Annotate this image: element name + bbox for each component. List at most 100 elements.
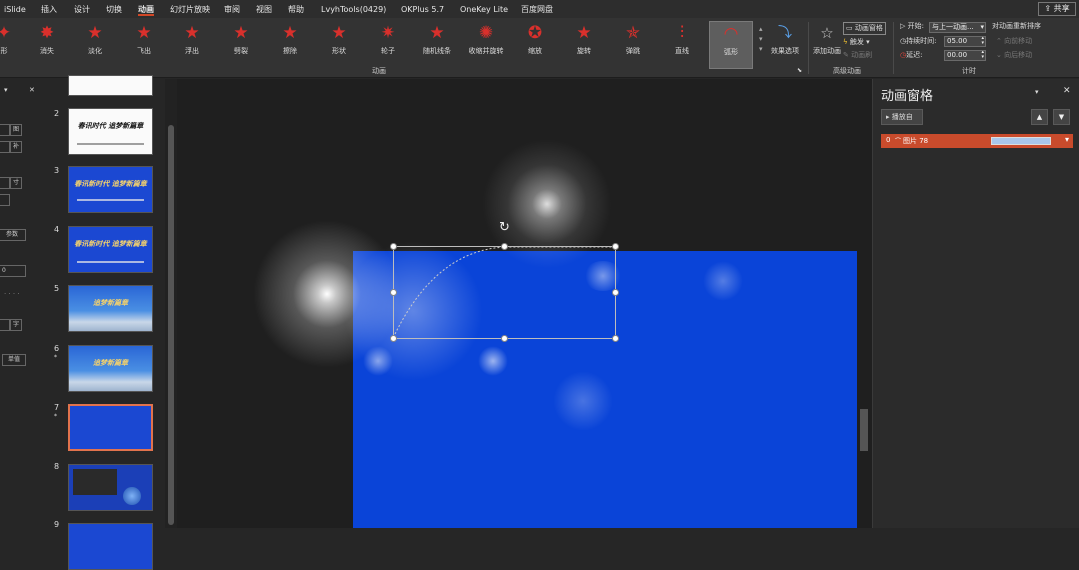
effect-shape[interactable]: ★ 形状	[317, 21, 361, 69]
group-advanced-label: 高级动画	[833, 67, 861, 75]
tab-animations[interactable]: 动画	[138, 3, 154, 16]
duration-input[interactable]: 05.00 ▴ ▾	[944, 36, 986, 47]
move-earlier-button[interactable]: ⌃ 向前移动	[996, 36, 1032, 47]
tab-transitions[interactable]: 切换	[106, 3, 122, 16]
selection-box[interactable]	[390, 243, 619, 342]
lock-box[interactable]	[0, 177, 10, 189]
effect-partial[interactable]: ✦ 形	[0, 21, 26, 69]
slide-thumb-7[interactable]	[68, 404, 153, 451]
effect-wheel[interactable]: ✷ 轮子	[366, 21, 410, 69]
animation-list-item[interactable]: 0 ⌒ 图片 78 ▾	[881, 134, 1073, 148]
move-up-button[interactable]: ▲	[1031, 109, 1048, 125]
lock-box[interactable]	[0, 319, 10, 331]
slide-thumb-3[interactable]: 春讯新时代 追梦新篇章	[68, 166, 153, 213]
slide-thumb-1[interactable]	[68, 75, 153, 96]
effect-fade[interactable]: ★ 淡化	[73, 21, 117, 69]
start-select[interactable]: 与上一动画... ▾	[929, 22, 986, 33]
resize-handle[interactable]	[612, 243, 619, 250]
effect-spin[interactable]: ★ 旋转	[562, 21, 606, 69]
effect-shrink-turn[interactable]: ✺ 收缩并旋转	[464, 21, 508, 69]
tab-okplus[interactable]: OKPlus 5.7	[401, 3, 444, 16]
close-icon[interactable]: ✕	[29, 85, 35, 96]
effect-options-button[interactable]: ⤵ 效果选项	[766, 21, 804, 69]
option-box[interactable]: 字	[10, 319, 22, 331]
effect-zoom[interactable]: ✪ 缩放	[513, 21, 557, 69]
share-label: 共享	[1053, 4, 1070, 13]
resize-handle[interactable]	[390, 243, 397, 250]
star-icon: ★	[282, 23, 298, 43]
slide-thumb-8[interactable]	[68, 464, 153, 511]
ribbon-tab-bar: iSlide 插入 设计 切换 动画 幻灯片放映 审阅 视图 帮助 LvyhTo…	[0, 0, 1079, 18]
delay-input[interactable]: 00.00 ▴ ▾	[944, 50, 986, 61]
option-box[interactable]: 补	[10, 141, 22, 153]
effect-fly-in[interactable]: ★ 飞出	[122, 21, 166, 69]
value-input[interactable]: 0	[0, 265, 26, 277]
tab-baidu[interactable]: 百度网盘	[521, 3, 553, 16]
star-icon: ★	[184, 23, 200, 43]
effect-float-in[interactable]: ★ 浮出	[170, 21, 214, 69]
option-box[interactable]: 参数	[0, 229, 26, 241]
effect-disappear[interactable]: ✸ 消失	[25, 21, 69, 69]
resize-handle[interactable]	[612, 335, 619, 342]
slide-thumb-4[interactable]: 春讯新时代 追梦新篇章	[68, 226, 153, 273]
scrollbar-thumb[interactable]	[168, 125, 174, 525]
slide-thumb-6[interactable]: 追梦新篇章	[68, 345, 153, 392]
tab-islide[interactable]: iSlide	[4, 3, 26, 16]
animation-pane-button[interactable]: ▭ 动画窗格	[843, 22, 886, 35]
timing-bar[interactable]	[991, 137, 1051, 145]
lock-box[interactable]	[0, 194, 10, 206]
effect-lines[interactable]: ⫶ 直线	[660, 21, 704, 69]
slide-thumb-5[interactable]: 追梦新篇章	[68, 285, 153, 332]
tab-onekey[interactable]: OneKey Lite	[460, 3, 508, 16]
slide-title: 追梦新篇章	[93, 299, 128, 307]
resize-handle[interactable]	[612, 289, 619, 296]
lock-box[interactable]	[0, 124, 10, 136]
option-box[interactable]: 图	[10, 124, 22, 136]
spinner-icon[interactable]: ▴ ▾	[981, 51, 984, 60]
add-animation-button[interactable]: ☆ 添加动画	[809, 21, 845, 69]
effect-options-label: 效果选项	[771, 47, 799, 55]
tab-review[interactable]: 审阅	[224, 3, 240, 16]
effect-bounce[interactable]: ✯ 弹跳	[611, 21, 655, 69]
tab-help[interactable]: 帮助	[288, 3, 304, 16]
tab-insert[interactable]: 插入	[41, 3, 57, 16]
share-button[interactable]: ⇪ 共享	[1038, 2, 1076, 16]
close-icon[interactable]: ✕	[1063, 86, 1071, 97]
pane-dropdown-icon[interactable]: ▾	[4, 85, 8, 96]
resize-handle[interactable]	[390, 335, 397, 342]
chevron-down-icon: ▾	[980, 23, 984, 31]
ribbon: ✦ 形 ✸ 消失 ★ 淡化 ★ 飞出 ★ 浮出 ★ 劈裂 ★ 擦除 ★ 形状 ✷ 轮子 ★ 随机线条…	[0, 18, 1079, 78]
slide-thumb-2[interactable]: 春讯时代 追梦新篇章	[68, 108, 153, 155]
move-later-button[interactable]: ⌄ 向后移动	[996, 50, 1032, 61]
tab-design[interactable]: 设计	[74, 3, 90, 16]
pane-options-icon[interactable]: ▾	[1035, 87, 1039, 98]
resize-handle[interactable]	[501, 335, 508, 342]
tab-lvyhtools[interactable]: LvyhTools(0429)	[321, 3, 386, 16]
thumbnail-scrollbar[interactable]	[165, 79, 177, 528]
animation-painter-button[interactable]: ✎ 动画刷	[843, 50, 872, 61]
tab-slideshow[interactable]: 幻灯片放映	[170, 3, 210, 16]
rotate-handle-icon[interactable]: ↻	[499, 220, 510, 235]
effect-random-bars[interactable]: ★ 随机线条	[415, 21, 459, 69]
tab-view[interactable]: 视图	[256, 3, 272, 16]
star-icon: ✦	[0, 23, 12, 43]
effect-arcs[interactable]: ◠ 弧形	[709, 21, 753, 69]
effect-options-icon: ⤵	[778, 25, 792, 41]
spinner-icon[interactable]: ▴ ▾	[981, 37, 984, 46]
option-box[interactable]: 寸	[10, 177, 22, 189]
option-box[interactable]: 单值	[2, 354, 26, 366]
chevron-down-icon[interactable]: ▾	[1065, 135, 1069, 144]
slide-thumb-9[interactable]	[68, 523, 153, 570]
effect-split[interactable]: ★ 劈裂	[219, 21, 263, 69]
play-from-button[interactable]: ▸ 播放自	[881, 109, 923, 125]
effect-wipe[interactable]: ★ 擦除	[268, 21, 312, 69]
resize-handle[interactable]	[390, 289, 397, 296]
dialog-launcher-icon[interactable]: ⬊	[797, 65, 802, 76]
slide-subtitle-line	[77, 143, 144, 145]
gallery-scroll-icon[interactable]: ▴ ▾ ▾	[759, 24, 763, 54]
move-down-button[interactable]: ▼	[1053, 109, 1070, 125]
lock-box[interactable]	[0, 141, 10, 153]
trigger-button[interactable]: ϟ 触发 ▾	[843, 37, 870, 48]
resize-handle[interactable]	[501, 243, 508, 250]
workspace-scrollbar[interactable]	[860, 409, 868, 451]
